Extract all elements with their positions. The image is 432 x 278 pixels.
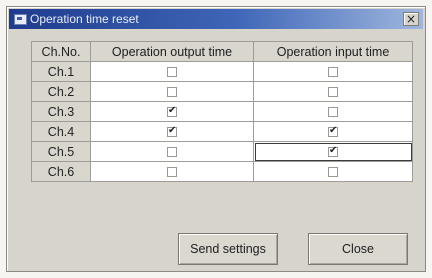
input-cell xyxy=(253,101,413,122)
output-cell xyxy=(90,101,254,122)
input-cell-selected xyxy=(253,141,413,162)
output-time-checkbox[interactable] xyxy=(167,125,177,138)
table-row: Ch.2 xyxy=(31,81,413,102)
input-cell xyxy=(253,161,413,182)
output-time-checkbox[interactable] xyxy=(167,67,177,78)
output-time-checkbox[interactable] xyxy=(167,167,177,178)
table-row: Ch.4 xyxy=(31,121,413,142)
output-cell xyxy=(90,121,254,142)
channel-label: Ch.3 xyxy=(31,101,91,122)
output-cell xyxy=(90,81,254,102)
output-time-checkbox[interactable] xyxy=(167,87,177,98)
operation-time-reset-dialog: Operation time reset × Ch.No. Operation … xyxy=(6,6,426,272)
input-time-checkbox[interactable] xyxy=(328,125,338,138)
header-operation-input-time: Operation input time xyxy=(253,41,413,62)
table-header-row: Ch.No. Operation output time Operation i… xyxy=(31,41,413,62)
close-button[interactable]: Close xyxy=(308,233,408,265)
input-time-checkbox[interactable] xyxy=(328,67,338,78)
channel-table: Ch.No. Operation output time Operation i… xyxy=(31,41,413,182)
channel-label: Ch.2 xyxy=(31,81,91,102)
table-row: Ch.5 xyxy=(31,141,413,162)
output-time-checkbox[interactable] xyxy=(167,147,177,158)
input-time-checkbox[interactable] xyxy=(328,107,338,118)
channel-label: Ch.4 xyxy=(31,121,91,142)
close-icon[interactable]: × xyxy=(403,12,419,26)
header-ch-no: Ch.No. xyxy=(31,41,91,62)
input-time-checkbox[interactable] xyxy=(328,167,338,178)
input-cell xyxy=(253,121,413,142)
input-cell xyxy=(253,61,413,82)
input-cell xyxy=(253,81,413,102)
table-row: Ch.6 xyxy=(31,161,413,182)
input-time-checkbox[interactable] xyxy=(328,87,338,98)
channel-label: Ch.1 xyxy=(31,61,91,82)
output-time-checkbox[interactable] xyxy=(167,105,177,118)
send-settings-button[interactable]: Send settings xyxy=(178,233,278,265)
table-row: Ch.1 xyxy=(31,61,413,82)
window-title: Operation time reset xyxy=(30,12,139,26)
output-cell xyxy=(90,161,254,182)
output-cell xyxy=(90,61,254,82)
header-operation-output-time: Operation output time xyxy=(90,41,254,62)
table-row: Ch.3 xyxy=(31,101,413,122)
output-cell xyxy=(90,141,254,162)
channel-label: Ch.6 xyxy=(31,161,91,182)
channel-label: Ch.5 xyxy=(31,141,91,162)
input-time-checkbox[interactable] xyxy=(328,145,338,158)
app-icon xyxy=(14,14,27,25)
title-bar: Operation time reset × xyxy=(9,9,423,29)
